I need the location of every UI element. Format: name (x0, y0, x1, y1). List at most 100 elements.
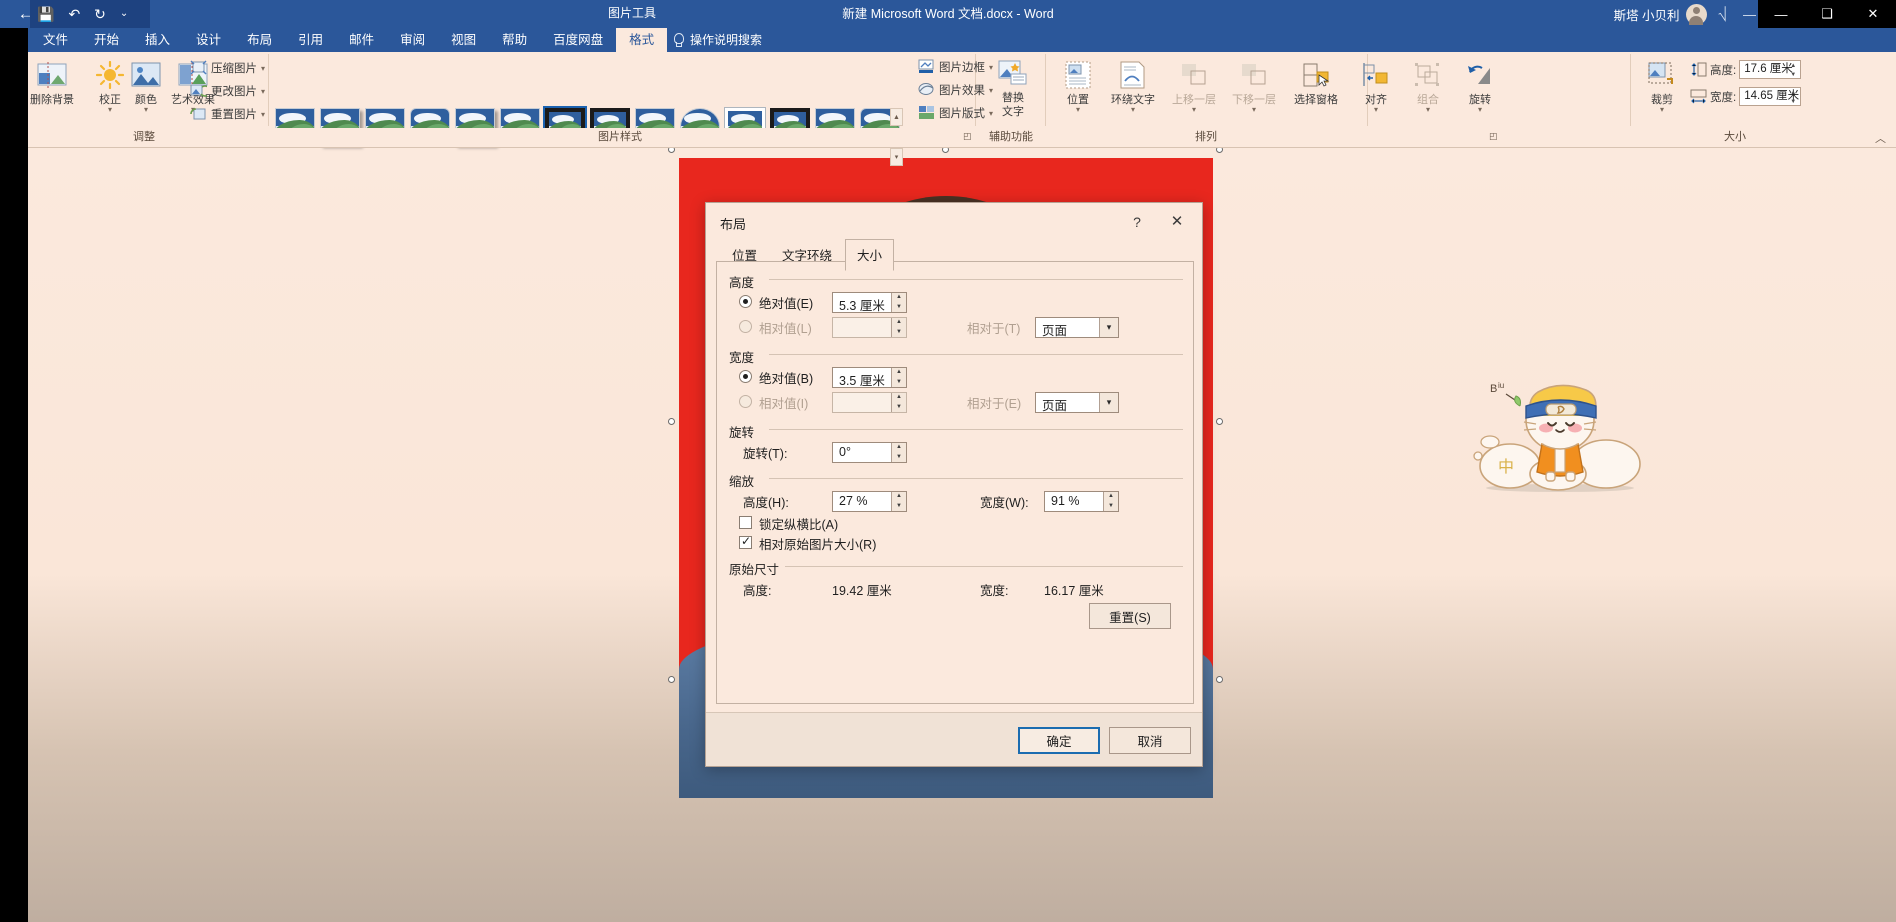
tab-design[interactable]: 设计 (183, 28, 234, 52)
reset-button[interactable]: 重置(S) (1089, 603, 1171, 629)
handle-bottom-left[interactable] (668, 676, 675, 683)
tab-home[interactable]: 开始 (81, 28, 132, 52)
wrap-text-button[interactable]: 环绕文字 ▾ (1102, 58, 1164, 114)
crop-dropdown-icon[interactable]: ▾ (1640, 106, 1684, 114)
layout-dialog[interactable]: 布局 ? ✕ 位置 文字环绕 大小 高度 绝对值(E) 5.3 厘米 ▲ ▼ 相对… (705, 202, 1203, 767)
width-relative-to-combo[interactable]: 页面 ▾ (1035, 392, 1119, 413)
gallery-more-icon[interactable]: ▾ (890, 148, 903, 166)
align-dropdown-icon[interactable]: ▾ (1348, 106, 1404, 114)
crop-button[interactable]: 裁剪 ▾ (1640, 58, 1684, 114)
ok-button[interactable]: 确定 (1018, 727, 1100, 754)
cancel-button[interactable]: 取消 (1109, 727, 1191, 754)
bring-forward-button[interactable]: 上移一层 ▾ (1165, 58, 1223, 114)
handle-middle-left[interactable] (668, 418, 675, 425)
dialog-help-icon[interactable]: ? (1124, 211, 1150, 233)
tab-baidu-netdisk[interactable]: 百度网盘 (540, 28, 616, 52)
picture-effects-label: 图片效果 (939, 85, 985, 97)
height-relative-to-chevron-down-icon[interactable]: ▾ (1099, 318, 1118, 337)
picture-styles-dialog-launcher[interactable]: ◰ (963, 131, 972, 142)
remove-background-button[interactable]: 删除背景 (24, 58, 80, 106)
height-absolute-input[interactable]: 5.3 厘米 ▲ ▼ (832, 292, 907, 313)
shape-width-field[interactable]: 宽度: 14.65 厘米 ▲ ▼ (1690, 87, 1802, 106)
tab-references[interactable]: 引用 (285, 28, 336, 52)
width-relative-to-chevron-down-icon[interactable]: ▾ (1099, 393, 1118, 412)
avatar[interactable] (1685, 3, 1707, 25)
tell-me-search[interactable]: 操作说明搜索 (672, 28, 762, 52)
group-dropdown-icon[interactable]: ▾ (1400, 106, 1456, 114)
width-group-title: 宽度 (729, 351, 755, 365)
scale-height-spinner[interactable]: ▲ ▼ (891, 492, 906, 511)
user-name[interactable]: 斯塔 小贝利 (1614, 5, 1680, 24)
height-relative-spinner[interactable]: ▲ ▼ (891, 318, 906, 337)
height-absolute-radio[interactable] (739, 295, 752, 308)
width-relative-spinner[interactable]: ▲ ▼ (891, 393, 906, 412)
rotate-spinner[interactable]: ▲ ▼ (891, 443, 906, 462)
rotate-button[interactable]: 旋转 ▾ (1452, 58, 1508, 114)
relative-to-original-checkbox[interactable] (739, 534, 752, 549)
height-relative-to-combo[interactable]: 页面 ▾ (1035, 317, 1119, 338)
change-picture-button[interactable]: 更改图片 ▾ (190, 81, 265, 101)
scale-height-input[interactable]: 27 % ▲ ▼ (832, 491, 907, 512)
width-absolute-input[interactable]: 3.5 厘米 ▲ ▼ (832, 367, 907, 388)
collapse-ribbon-icon[interactable]: ︿ (1875, 130, 1886, 146)
wrap-text-dropdown-icon[interactable]: ▾ (1102, 106, 1164, 114)
send-backward-button[interactable]: 下移一层 ▾ (1225, 58, 1283, 114)
align-button[interactable]: 对齐 ▾ (1348, 58, 1404, 114)
handle-bottom-right[interactable] (1216, 676, 1223, 683)
picture-layout-button[interactable]: 图片版式 ▾ (918, 103, 993, 123)
bring-forward-label: 上移一层 (1172, 94, 1216, 106)
width-relative-radio[interactable] (739, 395, 752, 408)
picture-effects-button[interactable]: 图片效果 ▾ (918, 80, 993, 100)
send-backward-dropdown-icon[interactable]: ▾ (1225, 106, 1283, 114)
minimize-button[interactable]: — (1758, 0, 1804, 28)
close-button[interactable]: ✕ (1850, 0, 1896, 28)
rotate-input[interactable]: 0° ▲ ▼ (832, 442, 907, 463)
tab-insert[interactable]: 插入 (132, 28, 183, 52)
width-absolute-radio[interactable] (739, 370, 752, 383)
change-picture-dropdown-icon[interactable]: ▾ (261, 87, 265, 96)
alt-text-button[interactable]: 替换 文字 (985, 56, 1041, 118)
height-relative-input[interactable]: ▲ ▼ (832, 317, 907, 338)
tab-mailings[interactable]: 邮件 (336, 28, 387, 52)
tab-review[interactable]: 审阅 (387, 28, 438, 52)
height-relative-radio[interactable] (739, 320, 752, 333)
reset-picture-button[interactable]: 重置图片 ▾ (190, 104, 265, 124)
rotate-dropdown-icon[interactable]: ▾ (1452, 106, 1508, 114)
tab-layout[interactable]: 布局 (234, 28, 285, 52)
shape-height-spinner[interactable]: ▲ ▼ (1787, 62, 1799, 79)
bring-forward-dropdown-icon[interactable]: ▾ (1165, 106, 1223, 114)
shape-height-field[interactable]: 高度: 17.6 厘米 ▲ ▼ (1690, 60, 1802, 79)
reset-picture-dropdown-icon[interactable]: ▾ (261, 110, 265, 119)
height-absolute-spinner[interactable]: ▲ ▼ (891, 293, 906, 312)
maximize-button[interactable]: ❑ (1804, 0, 1850, 28)
scale-width-label: 宽度(W): (980, 496, 1029, 510)
position-dropdown-icon[interactable]: ▾ (1050, 106, 1106, 114)
shape-width-input[interactable]: 14.65 厘米 ▲ ▼ (1739, 87, 1802, 106)
handle-middle-right[interactable] (1216, 418, 1223, 425)
left-black-bar (0, 28, 28, 922)
lock-aspect-ratio-checkbox[interactable] (739, 516, 752, 529)
ribbon-display-options-icon[interactable]: ⎷ (1719, 6, 1727, 22)
compress-dropdown-icon[interactable]: ▾ (261, 64, 265, 73)
tab-file[interactable]: 文件 (30, 28, 81, 52)
scale-width-input[interactable]: 91 % ▲ ▼ (1044, 491, 1119, 512)
tab-view[interactable]: 视图 (438, 28, 489, 52)
dialog-close-icon[interactable]: ✕ (1162, 211, 1192, 233)
width-relative-input[interactable]: ▲ ▼ (832, 392, 907, 413)
shape-width-spinner[interactable]: ▲ ▼ (1787, 89, 1799, 106)
rotate-value: 0° (839, 445, 851, 459)
tab-help[interactable]: 帮助 (489, 28, 540, 52)
group-button[interactable]: 组合 ▾ (1400, 58, 1456, 114)
scale-width-spinner[interactable]: ▲ ▼ (1103, 492, 1118, 511)
size-dialog-launcher[interactable]: ◰ (1489, 131, 1498, 142)
dialog-tab-size[interactable]: 大小 (845, 239, 895, 271)
gallery-scroll-up-icon[interactable]: ▲ (890, 108, 903, 126)
shape-height-input[interactable]: 17.6 厘米 ▲ ▼ (1739, 60, 1802, 79)
selection-pane-button[interactable]: 选择窗格 (1285, 58, 1347, 106)
compress-pictures-button[interactable]: 压缩图片 ▾ (190, 58, 265, 78)
tab-format[interactable]: 格式 (616, 28, 668, 52)
width-absolute-spinner[interactable]: ▲ ▼ (891, 368, 906, 387)
picture-border-button[interactable]: 图片边框 ▾ (918, 57, 993, 77)
selection-pane-label: 选择窗格 (1294, 94, 1338, 106)
position-button[interactable]: 位置 ▾ (1050, 58, 1106, 114)
